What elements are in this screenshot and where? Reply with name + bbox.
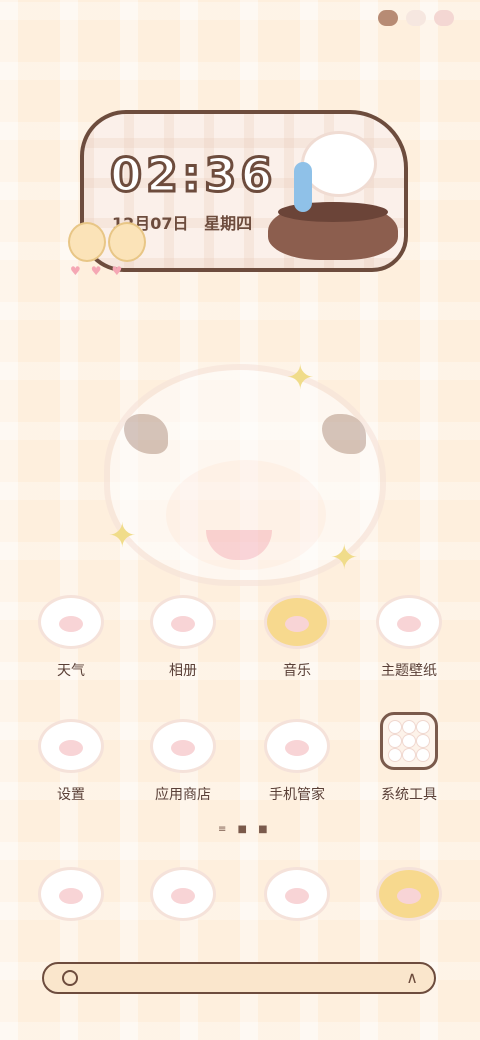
phone-manager-sheep-icon [267, 722, 327, 770]
app-settings[interactable]: 设置 [16, 722, 126, 804]
gallery-bow-icon [153, 598, 213, 646]
app-weather[interactable]: 天气 [16, 598, 126, 680]
app-phone-manager[interactable]: 手机管家 [242, 722, 352, 804]
cake-icon [268, 202, 398, 260]
app-label: 应用商店 [155, 787, 211, 803]
app-label: 音乐 [283, 663, 311, 679]
theme-sheep-icon [379, 598, 439, 646]
app-label: 手机管家 [269, 787, 325, 803]
app-label: 主题壁纸 [381, 663, 437, 679]
contacts-sheep-icon [267, 870, 327, 918]
app-music[interactable]: 音乐 [242, 598, 352, 680]
phone-sheep-icon [41, 870, 101, 918]
search-icon [62, 970, 78, 986]
weather-sheep-icon [41, 598, 101, 646]
dock-contacts[interactable] [242, 870, 352, 918]
dock-messages[interactable] [128, 870, 238, 918]
spoon-icon [294, 162, 312, 212]
app-store[interactable]: 应用商店 [128, 722, 238, 804]
app-gallery[interactable]: 相册 [128, 598, 238, 680]
wifi-sheep-icon [406, 10, 426, 26]
battery-sheep-icon [434, 10, 454, 26]
camera-pudding-icon [379, 870, 439, 918]
appstore-sheep-icon [153, 722, 213, 770]
search-bar[interactable]: ∧ [42, 962, 436, 994]
bow-icon [68, 216, 146, 268]
app-theme[interactable]: 主题壁纸 [354, 598, 464, 680]
status-bar [378, 10, 454, 26]
app-label: 天气 [57, 663, 85, 679]
app-label: 相册 [169, 663, 197, 679]
settings-sheep-icon [41, 722, 101, 770]
sparkle-icon: ✦ [108, 516, 137, 556]
app-system-tools[interactable]: 系统工具 [354, 712, 464, 804]
cake-icon [378, 10, 398, 26]
weekday-text: 星期四 [204, 214, 253, 233]
hearts-icon: ♥♥♥ [70, 264, 133, 278]
music-pudding-icon [267, 598, 327, 646]
assistant-icon[interactable]: ∧ [406, 968, 418, 987]
sheep-icon [304, 134, 374, 194]
clock-time: 02:36 [108, 147, 277, 204]
system-tools-folder-icon [380, 712, 438, 770]
dock-phone[interactable] [16, 870, 126, 918]
sparkle-icon: ✦ [330, 538, 359, 578]
messages-sheep-icon [153, 870, 213, 918]
dock-camera[interactable] [354, 870, 464, 918]
app-label: 系统工具 [381, 787, 437, 803]
sparkle-icon: ✦ [286, 358, 315, 398]
app-label: 设置 [57, 787, 85, 803]
page-indicator[interactable]: ≡ ■ ■ [218, 824, 272, 835]
